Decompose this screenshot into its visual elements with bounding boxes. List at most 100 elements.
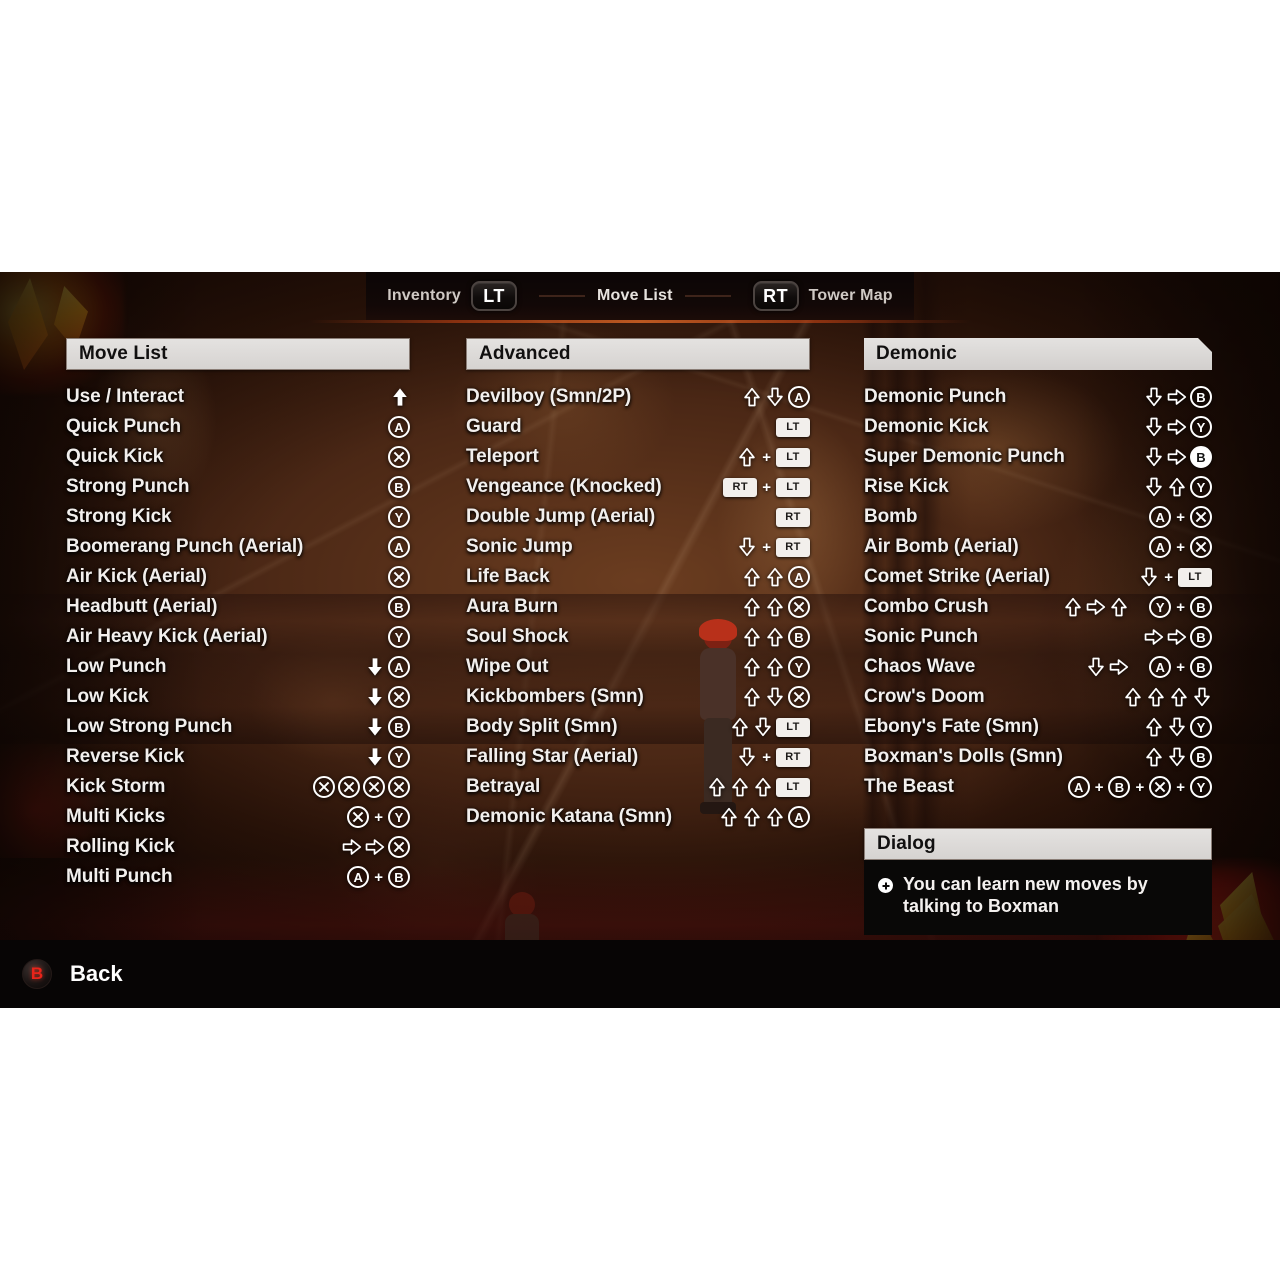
arrow-down-icon	[1086, 656, 1106, 678]
move-row[interactable]: Teleport + LT	[466, 442, 810, 472]
move-name: Demonic Kick	[864, 416, 989, 437]
move-row[interactable]: Air Heavy Kick (Aerial) Y	[66, 622, 410, 652]
move-row[interactable]: Ebony's Fate (Smn) Y	[864, 712, 1212, 742]
move-row[interactable]: Guard LT	[466, 412, 810, 442]
move-row[interactable]: Crow's Doom	[864, 682, 1212, 712]
button-y-icon: Y	[1149, 596, 1172, 618]
move-row[interactable]: Body Split (Smn) LT	[466, 712, 810, 742]
move-row[interactable]: Demonic Katana (Smn) A	[466, 802, 810, 832]
arrow-right-icon	[1167, 416, 1187, 438]
button-a-icon: A	[1149, 536, 1172, 558]
move-row[interactable]: Double Jump (Aerial) RT	[466, 502, 810, 532]
move-name: Air Heavy Kick (Aerial)	[66, 626, 268, 647]
button-b-icon: B	[1108, 776, 1131, 798]
move-input-combo: A	[719, 806, 810, 828]
move-row[interactable]: Sonic Punch B	[864, 622, 1212, 652]
move-input-combo	[313, 776, 410, 798]
button-b-icon: B	[388, 716, 410, 738]
move-row[interactable]: The Beast A + B + + Y	[864, 772, 1212, 802]
button-x-icon	[338, 776, 360, 798]
move-row[interactable]: Super Demonic Punch B	[864, 442, 1212, 472]
move-row[interactable]: Betrayal LT	[466, 772, 810, 802]
move-input-combo: B	[742, 626, 810, 648]
move-name: Boxman's Dolls (Smn)	[864, 746, 1063, 767]
lt-trigger-icon: LT	[1178, 567, 1212, 587]
move-name: Quick Kick	[66, 446, 164, 467]
move-row[interactable]: Low Strong Punch B	[66, 712, 410, 742]
move-row[interactable]: Headbutt (Aerial) B	[66, 592, 410, 622]
arrow-up-icon	[1169, 686, 1189, 708]
move-row[interactable]: Boomerang Punch (Aerial) A	[66, 532, 410, 562]
move-row[interactable]: Air Kick (Aerial)	[66, 562, 410, 592]
move-row[interactable]: Low Punch A	[66, 652, 410, 682]
move-row[interactable]: Falling Star (Aerial) + RT	[466, 742, 810, 772]
move-row[interactable]: Multi Kicks + Y	[66, 802, 410, 832]
move-row[interactable]: Comet Strike (Aerial) + LT	[864, 562, 1212, 592]
move-row[interactable]: Demonic Kick Y	[864, 412, 1212, 442]
button-y-icon: Y	[1190, 416, 1212, 438]
move-input-combo: A	[388, 536, 410, 558]
arrow-up-icon	[390, 386, 410, 408]
move-row[interactable]: Chaos Wave A + B	[864, 652, 1212, 682]
arrow-up-icon	[730, 776, 750, 798]
move-row[interactable]: Bomb A +	[864, 502, 1212, 532]
rt-trigger-icon: RT	[776, 537, 810, 557]
back-button-label[interactable]: Back	[70, 961, 123, 987]
button-b-icon: B	[1190, 446, 1212, 468]
move-input-combo: LT	[776, 417, 810, 437]
button-x-icon	[388, 776, 410, 798]
tab-tower-map[interactable]: Tower Map	[809, 287, 893, 305]
move-name: Kick Storm	[66, 776, 166, 797]
move-row[interactable]: Wipe Out Y	[466, 652, 810, 682]
tab-move-list[interactable]: Move List	[597, 287, 673, 305]
move-name: Betrayal	[466, 776, 541, 797]
plus-separator: +	[1094, 778, 1104, 796]
arrow-up-icon	[742, 566, 762, 588]
move-row[interactable]: Rise Kick Y	[864, 472, 1212, 502]
move-row[interactable]: Strong Punch B	[66, 472, 410, 502]
b-button-icon[interactable]: B	[22, 959, 52, 989]
move-row[interactable]: Quick Kick	[66, 442, 410, 472]
rt-trigger-icon: RT	[776, 747, 810, 767]
move-row[interactable]: Multi Punch A + B	[66, 862, 410, 892]
move-row[interactable]: Devilboy (Smn/2P) A	[466, 382, 810, 412]
move-row[interactable]: Combo Crush Y + B	[864, 592, 1212, 622]
arrow-up-icon	[737, 446, 757, 468]
move-row[interactable]: Air Bomb (Aerial) A +	[864, 532, 1212, 562]
move-row[interactable]: Demonic Punch B	[864, 382, 1212, 412]
move-row[interactable]: Reverse Kick Y	[66, 742, 410, 772]
lt-trigger-icon: LT	[776, 447, 810, 467]
move-row[interactable]: Rolling Kick	[66, 832, 410, 862]
arrow-up-icon	[742, 596, 762, 618]
lt-trigger-icon: LT	[776, 477, 810, 497]
move-row[interactable]: Kick Storm	[66, 772, 410, 802]
button-a-icon: A	[788, 386, 810, 408]
arrow-up-icon	[707, 776, 727, 798]
move-input-combo: RT + LT	[723, 477, 810, 497]
move-row[interactable]: Boxman's Dolls (Smn) B	[864, 742, 1212, 772]
move-row[interactable]: Aura Burn	[466, 592, 810, 622]
tab-inventory[interactable]: Inventory	[387, 287, 461, 305]
move-row[interactable]: Quick Punch A	[66, 412, 410, 442]
button-x-icon	[1149, 776, 1172, 798]
move-name: Double Jump (Aerial)	[466, 506, 656, 527]
move-input-combo: A + B + + Y	[1067, 776, 1212, 798]
move-input-combo	[1123, 686, 1212, 708]
lt-trigger-button[interactable]: LT	[471, 281, 518, 311]
button-x-icon	[1190, 506, 1212, 528]
move-row[interactable]: Use / Interact	[66, 382, 410, 412]
move-row[interactable]: Soul Shock B	[466, 622, 810, 652]
move-name: Boomerang Punch (Aerial)	[66, 536, 304, 557]
move-name: Multi Punch	[66, 866, 173, 887]
move-input-combo: B	[388, 476, 410, 498]
move-row[interactable]: Strong Kick Y	[66, 502, 410, 532]
arrow-up-icon	[765, 566, 785, 588]
move-row[interactable]: Vengeance (Knocked) RT + LT	[466, 472, 810, 502]
rt-trigger-button[interactable]: RT	[752, 281, 799, 311]
move-row[interactable]: Low Kick	[66, 682, 410, 712]
move-row[interactable]: Life Back A	[466, 562, 810, 592]
move-row[interactable]: Sonic Jump + RT	[466, 532, 810, 562]
advanced-column: Advanced Devilboy (Smn/2P) A Guard LT Telepo…	[466, 338, 810, 832]
move-row[interactable]: Kickbombers (Smn)	[466, 682, 810, 712]
plus-separator: +	[374, 868, 383, 886]
